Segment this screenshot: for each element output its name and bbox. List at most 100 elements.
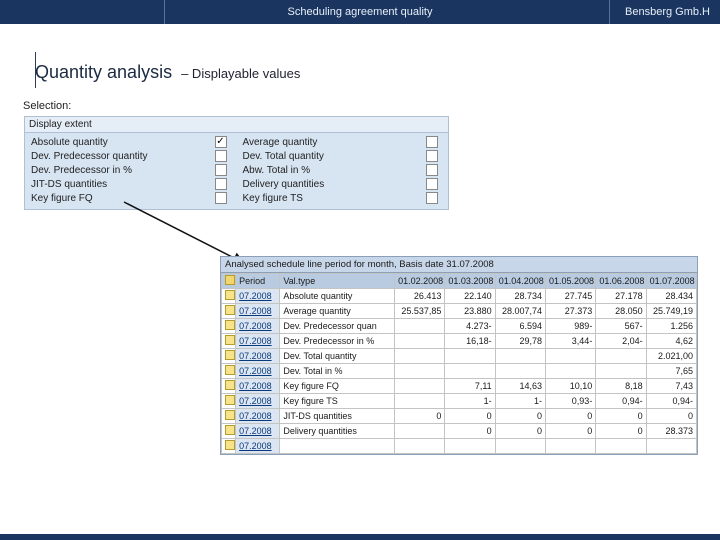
checkbox-jit-ds-quantities[interactable] — [215, 178, 227, 190]
table-title: Analysed schedule line period for month,… — [221, 257, 697, 273]
valtype-cell: Key figure TS — [280, 394, 395, 409]
checkbox-delivery-quantities[interactable] — [426, 178, 438, 190]
period-cell[interactable]: 07.2008 — [236, 289, 280, 304]
col-header-month[interactable]: 01.03.2008 — [445, 274, 495, 289]
col-header-icon[interactable] — [222, 274, 236, 289]
value-cell: 7,65 — [646, 364, 696, 379]
value-cell — [445, 364, 495, 379]
value-cell: 23.880 — [445, 304, 495, 319]
table-row[interactable]: 07.2008Dev. Predecessor in %16,18-29,783… — [222, 334, 697, 349]
value-cell: 6.594 — [495, 319, 545, 334]
table-row[interactable]: 07.2008Delivery quantities000028.373 — [222, 424, 697, 439]
document-icon — [225, 440, 235, 450]
value-cell — [495, 349, 545, 364]
checkbox-key-figure-ts[interactable] — [426, 192, 438, 204]
value-cell — [546, 439, 596, 454]
table-row[interactable]: 07.2008JIT-DS quantities000000 — [222, 409, 697, 424]
value-cell: 0,94- — [596, 394, 646, 409]
col-header-month[interactable]: 01.02.2008 — [395, 274, 445, 289]
value-cell: 16,18- — [445, 334, 495, 349]
col-header-month[interactable]: 01.07.2008 — [646, 274, 696, 289]
value-cell — [395, 319, 445, 334]
option-label: Key figure TS — [243, 193, 427, 204]
table-row[interactable]: 07.2008 — [222, 439, 697, 454]
value-cell — [596, 349, 646, 364]
table-row[interactable]: 07.2008Absolute quantity26.41322.14028.7… — [222, 289, 697, 304]
period-cell[interactable]: 07.2008 — [236, 319, 280, 334]
heading-main: Quantity analysis — [35, 62, 172, 82]
col-header-month[interactable]: 01.04.2008 — [495, 274, 545, 289]
value-cell: 25.537,85 — [395, 304, 445, 319]
col-header-valtype[interactable]: Val.type — [280, 274, 395, 289]
col-header-month[interactable]: 01.06.2008 — [596, 274, 646, 289]
value-cell: 14,63 — [495, 379, 545, 394]
app-banner: Scheduling agreement quality Bensberg Gm… — [0, 0, 720, 24]
value-cell: 0 — [445, 424, 495, 439]
checkbox-key-figure-fq[interactable] — [215, 192, 227, 204]
value-cell — [546, 364, 596, 379]
option-label: Abw. Total in % — [243, 165, 427, 176]
value-cell: 0 — [546, 409, 596, 424]
analysis-table: Analysed schedule line period for month,… — [220, 256, 698, 455]
value-cell: 28.734 — [495, 289, 545, 304]
row-icon-cell — [222, 289, 236, 304]
banner-divider-left — [164, 0, 165, 24]
value-cell: 26.413 — [395, 289, 445, 304]
value-cell — [395, 394, 445, 409]
col-header-period[interactable]: Period — [236, 274, 280, 289]
period-cell[interactable]: 07.2008 — [236, 439, 280, 454]
value-cell: 989- — [546, 319, 596, 334]
banner-title: Scheduling agreement quality — [0, 6, 720, 18]
selection-label: Selection: — [23, 100, 71, 112]
value-cell — [395, 424, 445, 439]
document-icon — [225, 320, 235, 330]
table-row[interactable]: 07.2008Key figure TS1-1-0,93-0,94-0,94- — [222, 394, 697, 409]
checkbox-dev-total-quantity[interactable] — [426, 150, 438, 162]
option-label: Key figure FQ — [31, 193, 215, 204]
value-cell: 1- — [445, 394, 495, 409]
option-label: Delivery quantities — [243, 179, 427, 190]
valtype-cell: Delivery quantities — [280, 424, 395, 439]
document-icon — [225, 425, 235, 435]
value-cell — [445, 439, 495, 454]
checkbox-dev-predecessor-pct[interactable] — [215, 164, 227, 176]
table-row[interactable]: 07.2008Key figure FQ7,1114,6310,108,187,… — [222, 379, 697, 394]
checkbox-average-quantity[interactable] — [426, 136, 438, 148]
col-header-month[interactable]: 01.05.2008 — [546, 274, 596, 289]
period-cell[interactable]: 07.2008 — [236, 394, 280, 409]
value-cell: 28.007,74 — [495, 304, 545, 319]
grid-icon — [225, 275, 235, 285]
checkbox-abw-total-pct[interactable] — [426, 164, 438, 176]
row-icon-cell — [222, 409, 236, 424]
period-cell[interactable]: 07.2008 — [236, 379, 280, 394]
period-cell[interactable]: 07.2008 — [236, 304, 280, 319]
period-cell[interactable]: 07.2008 — [236, 409, 280, 424]
page-heading: Quantity analysis – Displayable values — [35, 62, 300, 83]
valtype-cell: Dev. Total quantity — [280, 349, 395, 364]
document-icon — [225, 380, 235, 390]
row-icon-cell — [222, 304, 236, 319]
document-icon — [225, 290, 235, 300]
value-cell: 22.140 — [445, 289, 495, 304]
table-row[interactable]: 07.2008Average quantity25.537,8523.88028… — [222, 304, 697, 319]
row-icon-cell — [222, 439, 236, 454]
option-label: JIT-DS quantities — [31, 179, 215, 190]
period-cell[interactable]: 07.2008 — [236, 349, 280, 364]
period-cell[interactable]: 07.2008 — [236, 364, 280, 379]
checkbox-dev-predecessor-quantity[interactable] — [215, 150, 227, 162]
period-cell[interactable]: 07.2008 — [236, 334, 280, 349]
period-cell[interactable]: 07.2008 — [236, 424, 280, 439]
valtype-cell: Dev. Total in % — [280, 364, 395, 379]
value-cell — [445, 349, 495, 364]
table-row[interactable]: 07.2008Dev. Total in % 7,65 — [222, 364, 697, 379]
valtype-cell: JIT-DS quantities — [280, 409, 395, 424]
value-cell: 0 — [546, 424, 596, 439]
checkbox-absolute-quantity[interactable] — [215, 136, 227, 148]
selection-panel-header: Display extent — [25, 117, 448, 133]
table-row[interactable]: 07.2008Dev. Total quantity2.021,00 — [222, 349, 697, 364]
value-cell: 27.745 — [546, 289, 596, 304]
document-icon — [225, 305, 235, 315]
value-cell: 2,04- — [596, 334, 646, 349]
table-row[interactable]: 07.2008Dev. Predecessor quan4.273-6.5949… — [222, 319, 697, 334]
value-cell: 25.749,19 — [646, 304, 696, 319]
